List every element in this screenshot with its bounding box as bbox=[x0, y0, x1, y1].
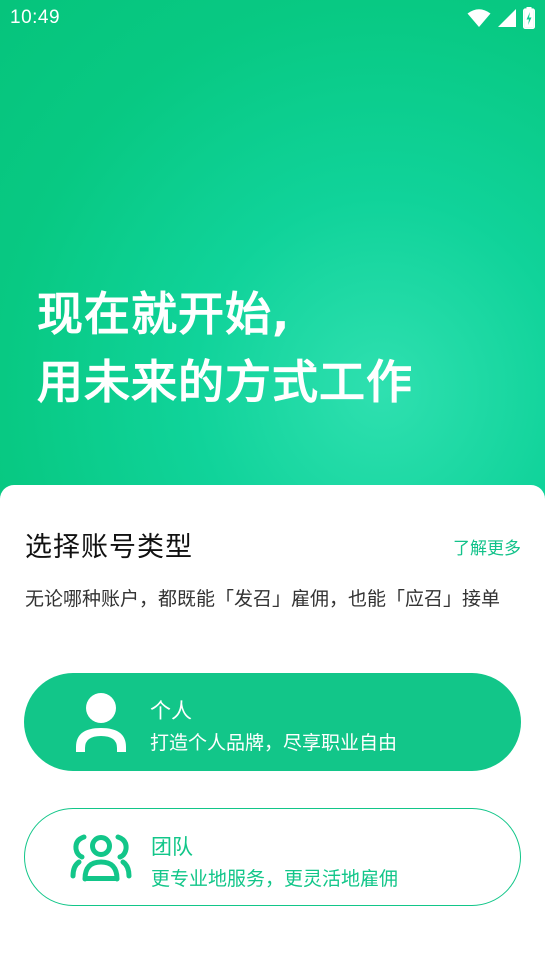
team-option-subtitle: 更专业地服务，更灵活地雇佣 bbox=[151, 868, 399, 890]
hero-headline-line1: 现在就开始, bbox=[37, 287, 291, 341]
hero-banner: 10:49 现在就开始, 用未来的方式工作 bbox=[0, 0, 545, 520]
status-time: 10:49 bbox=[10, 7, 61, 28]
wifi-icon bbox=[467, 9, 491, 27]
hero-headline: 现在就开始, 用未来的方式工作 bbox=[37, 280, 413, 416]
team-option-title: 团队 bbox=[151, 835, 193, 859]
cellular-signal-icon bbox=[498, 9, 516, 27]
team-account-option[interactable]: 团队 更专业地服务，更灵活地雇佣 bbox=[24, 808, 521, 906]
battery-charging-icon bbox=[523, 7, 535, 29]
personal-option-subtitle: 打造个人品牌，尽享职业自由 bbox=[150, 732, 398, 754]
screen: 10:49 现在就开始, 用未来的方式工作 选择账号类型 了解更多 无论哪种账户… bbox=[0, 0, 545, 970]
personal-option-title: 个人 bbox=[150, 699, 192, 723]
learn-more-link[interactable]: 了解更多 bbox=[453, 534, 521, 559]
person-icon bbox=[76, 693, 126, 752]
sheet-description: 无论哪种账户，都既能「发召」雇佣，也能「应召」接单 bbox=[25, 588, 501, 610]
personal-account-option[interactable]: 个人 打造个人品牌，尽享职业自由 bbox=[24, 673, 521, 771]
team-icon bbox=[70, 834, 132, 882]
hero-headline-line2: 用未来的方式工作 bbox=[37, 355, 413, 409]
status-bar: 10:49 bbox=[0, 0, 545, 36]
status-icons bbox=[467, 7, 535, 29]
account-type-sheet: 选择账号类型 了解更多 无论哪种账户，都既能「发召」雇佣，也能「应召」接单 个人… bbox=[0, 485, 545, 970]
sheet-title: 选择账号类型 bbox=[25, 532, 193, 563]
